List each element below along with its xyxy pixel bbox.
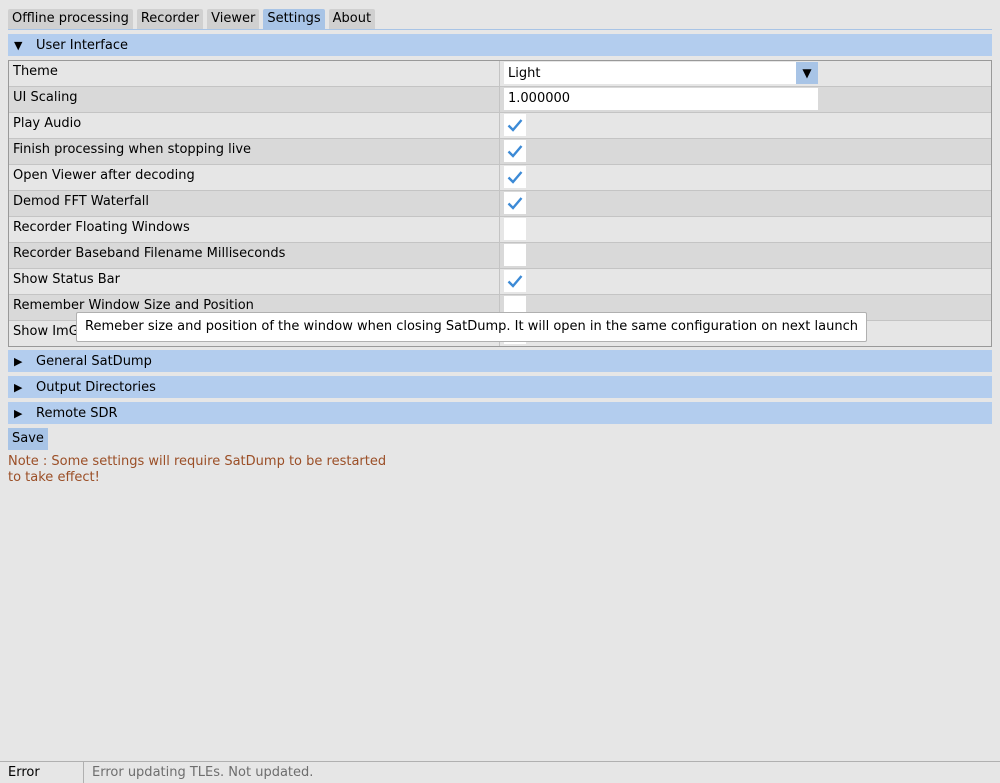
triangle-right-icon: ▶ [14, 406, 23, 420]
checkmark-icon [507, 171, 523, 184]
setting-label: Show Status Bar [9, 269, 500, 294]
setting-label: Recorder Floating Windows [9, 217, 500, 242]
setting-label: Recorder Baseband Filename Milliseconds [9, 243, 500, 268]
open-viewer-checkbox[interactable] [504, 166, 526, 188]
setting-label: Open Viewer after decoding [9, 165, 500, 190]
status-message: Error updating TLEs. Not updated. [92, 765, 314, 780]
tooltip: Remeber size and position of the window … [76, 312, 867, 342]
triangle-right-icon: ▶ [14, 354, 23, 368]
status-bar-checkbox[interactable] [504, 270, 526, 292]
section-header-user-interface[interactable]: ▼ User Interface [8, 34, 992, 56]
setting-row-theme: Theme Light ▼ [9, 61, 991, 87]
section-header-remote-sdr[interactable]: ▶ Remote SDR [8, 402, 992, 424]
setting-label: Finish processing when stopping live [9, 139, 500, 164]
baseband-ms-checkbox[interactable] [504, 244, 526, 266]
demod-fft-checkbox[interactable] [504, 192, 526, 214]
satdump-window: Offline processing Recorder Viewer Setti… [0, 0, 1000, 783]
finish-processing-checkbox[interactable] [504, 140, 526, 162]
checkmark-icon [507, 119, 523, 132]
tab-settings[interactable]: Settings [263, 9, 325, 29]
section-header-output-directories[interactable]: ▶ Output Directories [8, 376, 992, 398]
setting-row-floating-windows: Recorder Floating Windows [9, 217, 991, 243]
checkmark-icon [507, 197, 523, 210]
user-interface-settings-table: Theme Light ▼ UI Scaling 1.000000 Play A… [8, 60, 992, 347]
tab-bar: Offline processing Recorder Viewer Setti… [8, 9, 376, 29]
floating-windows-checkbox[interactable] [504, 218, 526, 240]
setting-label: Play Audio [9, 113, 500, 138]
tab-underline [8, 29, 992, 30]
setting-row-open-viewer: Open Viewer after decoding [9, 165, 991, 191]
checkmark-icon [507, 275, 523, 288]
chevron-down-icon[interactable]: ▼ [796, 62, 818, 84]
triangle-right-icon: ▶ [14, 380, 23, 394]
setting-label: Theme [9, 61, 500, 86]
play-audio-checkbox[interactable] [504, 114, 526, 136]
status-bar: Error Error updating TLEs. Not updated. [0, 761, 1000, 783]
status-label: Error [0, 762, 84, 783]
setting-row-finish-processing: Finish processing when stopping live [9, 139, 991, 165]
section-header-general-satdump[interactable]: ▶ General SatDump [8, 350, 992, 372]
save-button[interactable]: Save [8, 428, 48, 450]
tab-viewer[interactable]: Viewer [207, 9, 260, 29]
theme-combo[interactable]: Light ▼ [504, 62, 818, 84]
section-title: Remote SDR [36, 405, 118, 421]
setting-row-status-bar: Show Status Bar [9, 269, 991, 295]
section-title: Output Directories [36, 379, 156, 395]
tab-recorder[interactable]: Recorder [136, 9, 204, 29]
setting-label: UI Scaling [9, 87, 500, 112]
section-title: User Interface [36, 37, 128, 53]
tab-about[interactable]: About [328, 9, 376, 29]
setting-row-baseband-ms: Recorder Baseband Filename Milliseconds [9, 243, 991, 269]
checkmark-icon [507, 145, 523, 158]
tab-offline-processing[interactable]: Offline processing [8, 9, 133, 29]
triangle-down-icon: ▼ [14, 38, 23, 52]
setting-label: Demod FFT Waterfall [9, 191, 500, 216]
ui-scaling-input[interactable]: 1.000000 [504, 88, 818, 110]
section-title: General SatDump [36, 353, 152, 369]
setting-row-play-audio: Play Audio [9, 113, 991, 139]
restart-note: Note : Some settings will require SatDum… [8, 454, 387, 485]
setting-row-ui-scaling: UI Scaling 1.000000 [9, 87, 991, 113]
theme-combo-value: Light [508, 65, 541, 81]
setting-row-demod-fft: Demod FFT Waterfall [9, 191, 991, 217]
